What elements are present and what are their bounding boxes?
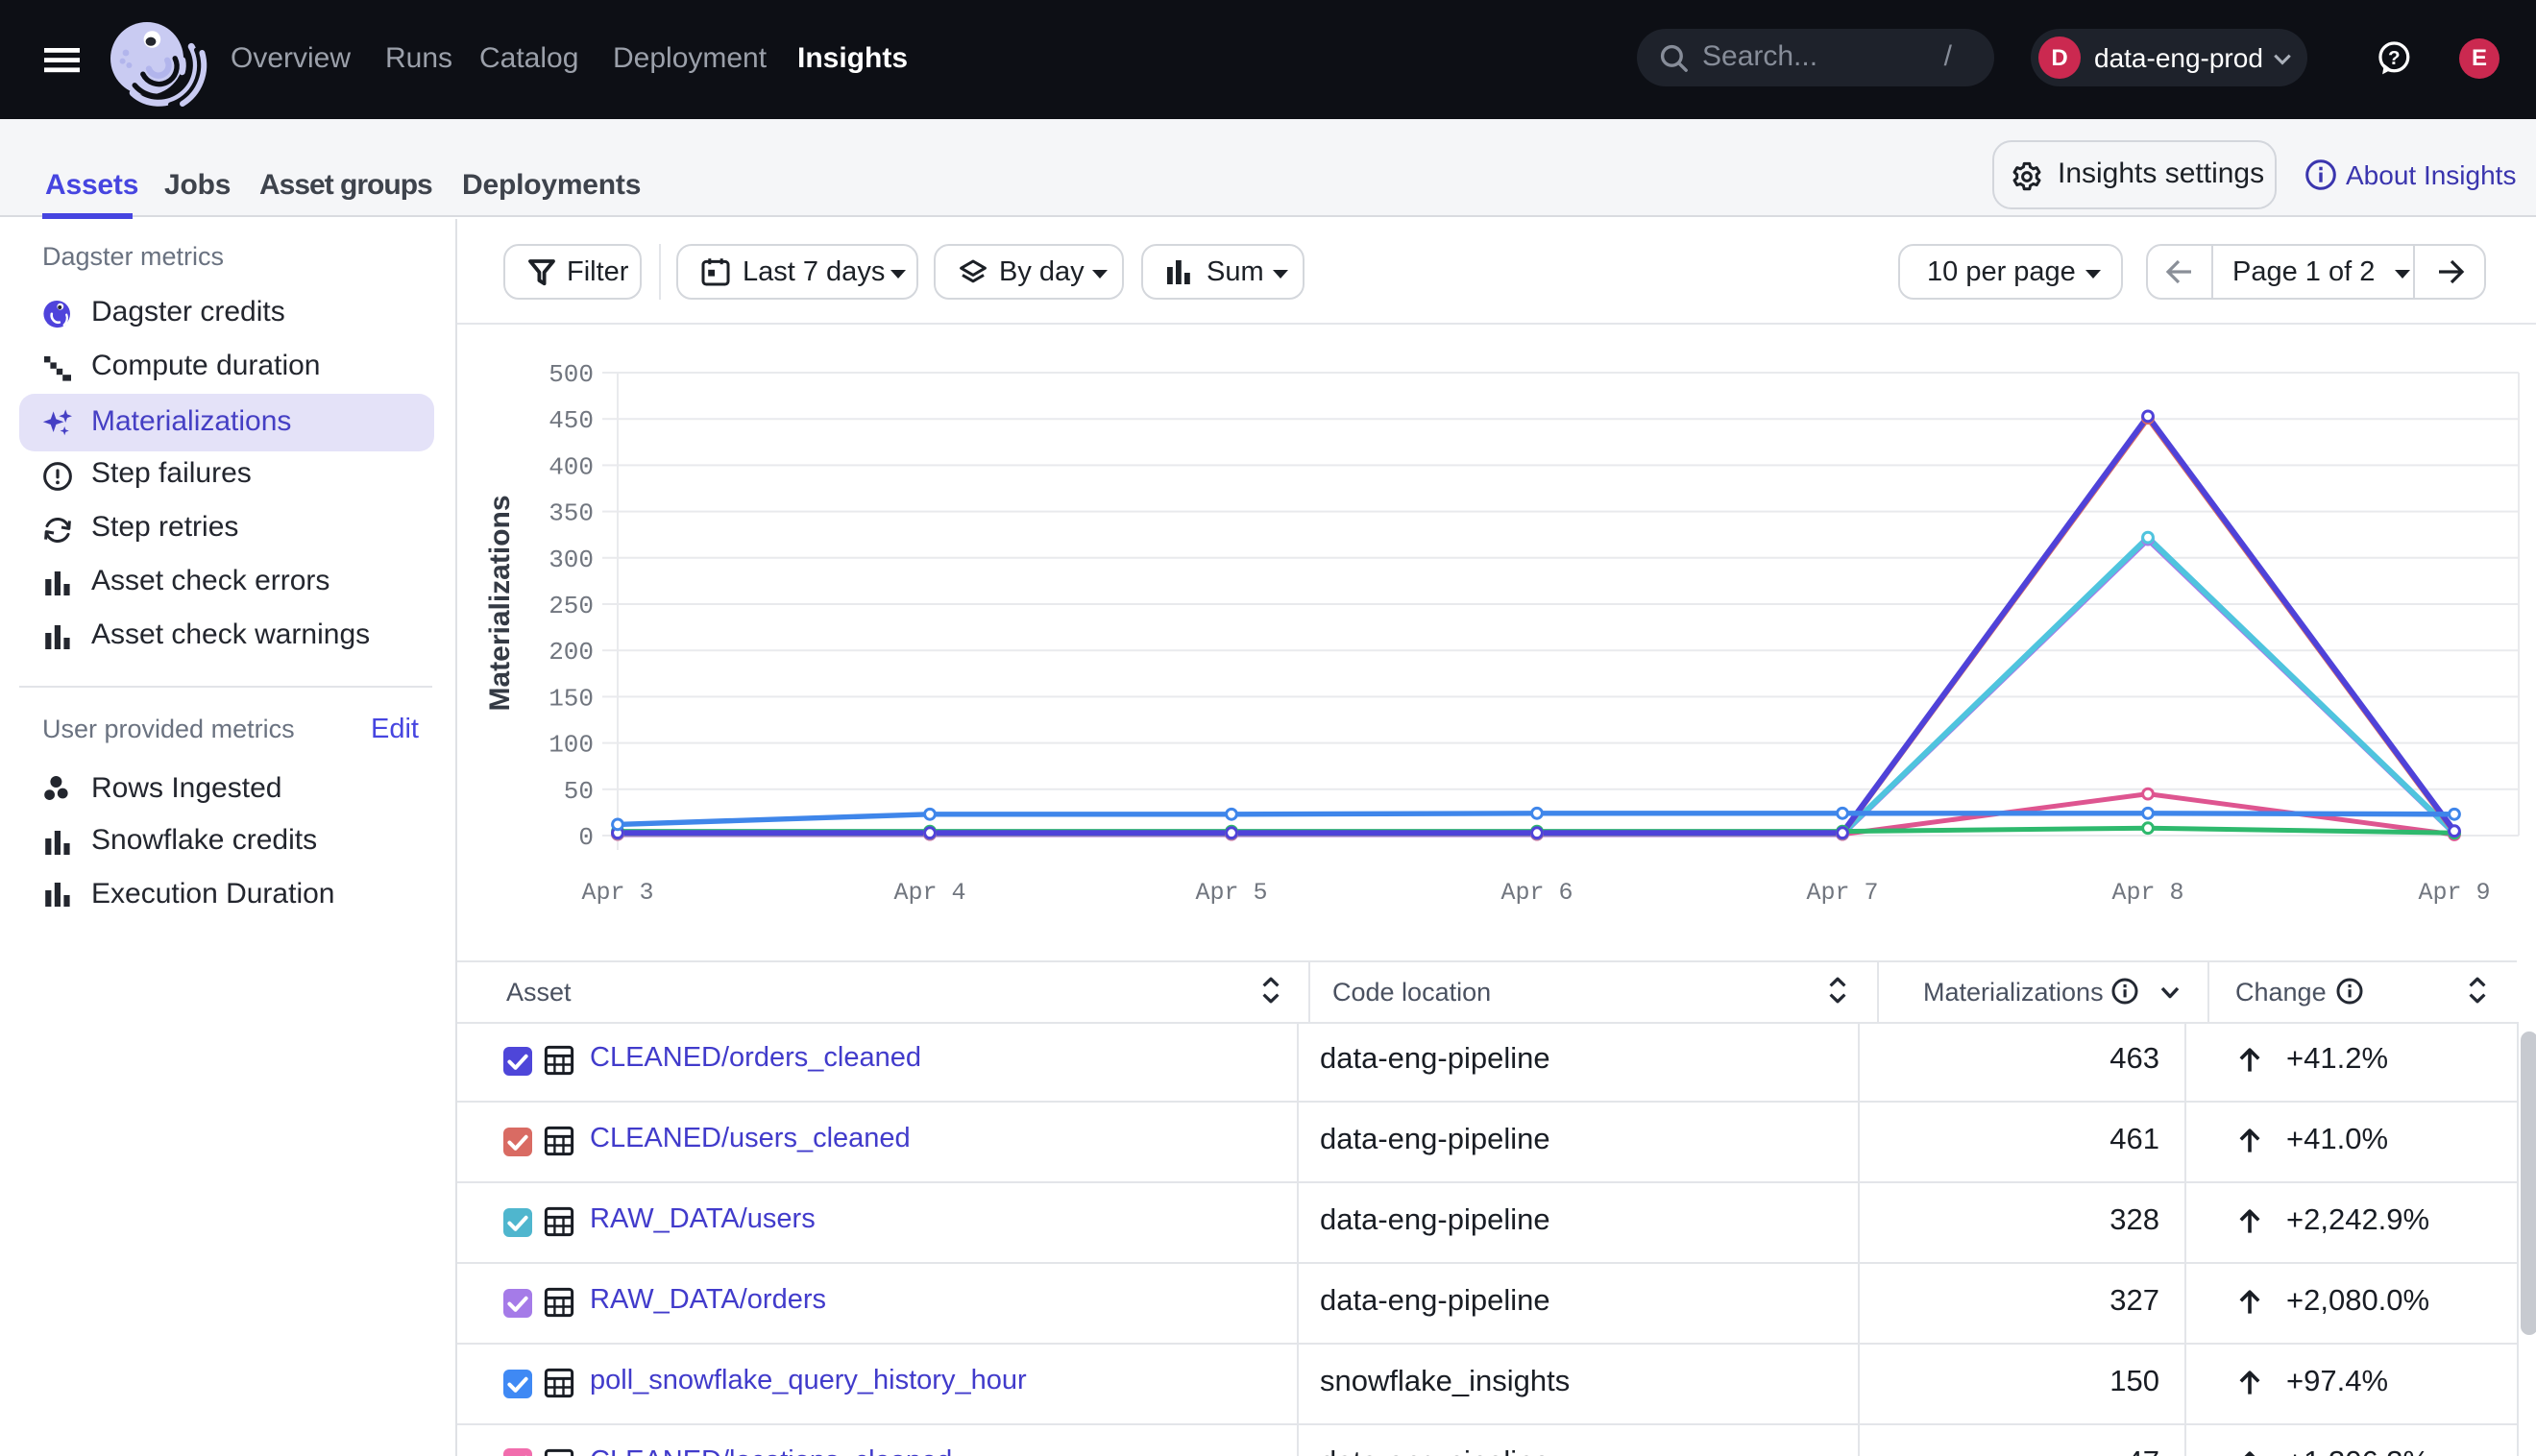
svg-text:100: 100 [549, 731, 594, 760]
svg-text:0: 0 [578, 823, 594, 852]
svg-text:200: 200 [549, 638, 594, 667]
svg-text:400: 400 [549, 452, 594, 481]
svg-text:500: 500 [549, 360, 594, 389]
svg-text:Apr 5: Apr 5 [1195, 879, 1267, 907]
svg-text:350: 350 [549, 499, 594, 528]
svg-text:Apr 7: Apr 7 [1806, 879, 1878, 907]
svg-text:?: ? [2388, 47, 2401, 69]
svg-text:450: 450 [549, 406, 594, 435]
svg-text:250: 250 [549, 592, 594, 620]
svg-text:50: 50 [564, 777, 594, 806]
svg-text:Apr 3: Apr 3 [581, 879, 653, 907]
svg-text:Apr 6: Apr 6 [1500, 879, 1573, 907]
svg-text:Apr 9: Apr 9 [2418, 879, 2490, 907]
svg-text:Materializations: Materializations [484, 495, 516, 711]
svg-text:150: 150 [549, 684, 594, 713]
svg-text:Apr 8: Apr 8 [2111, 879, 2183, 907]
svg-text:Apr 4: Apr 4 [893, 879, 965, 907]
svg-text:300: 300 [549, 546, 594, 574]
